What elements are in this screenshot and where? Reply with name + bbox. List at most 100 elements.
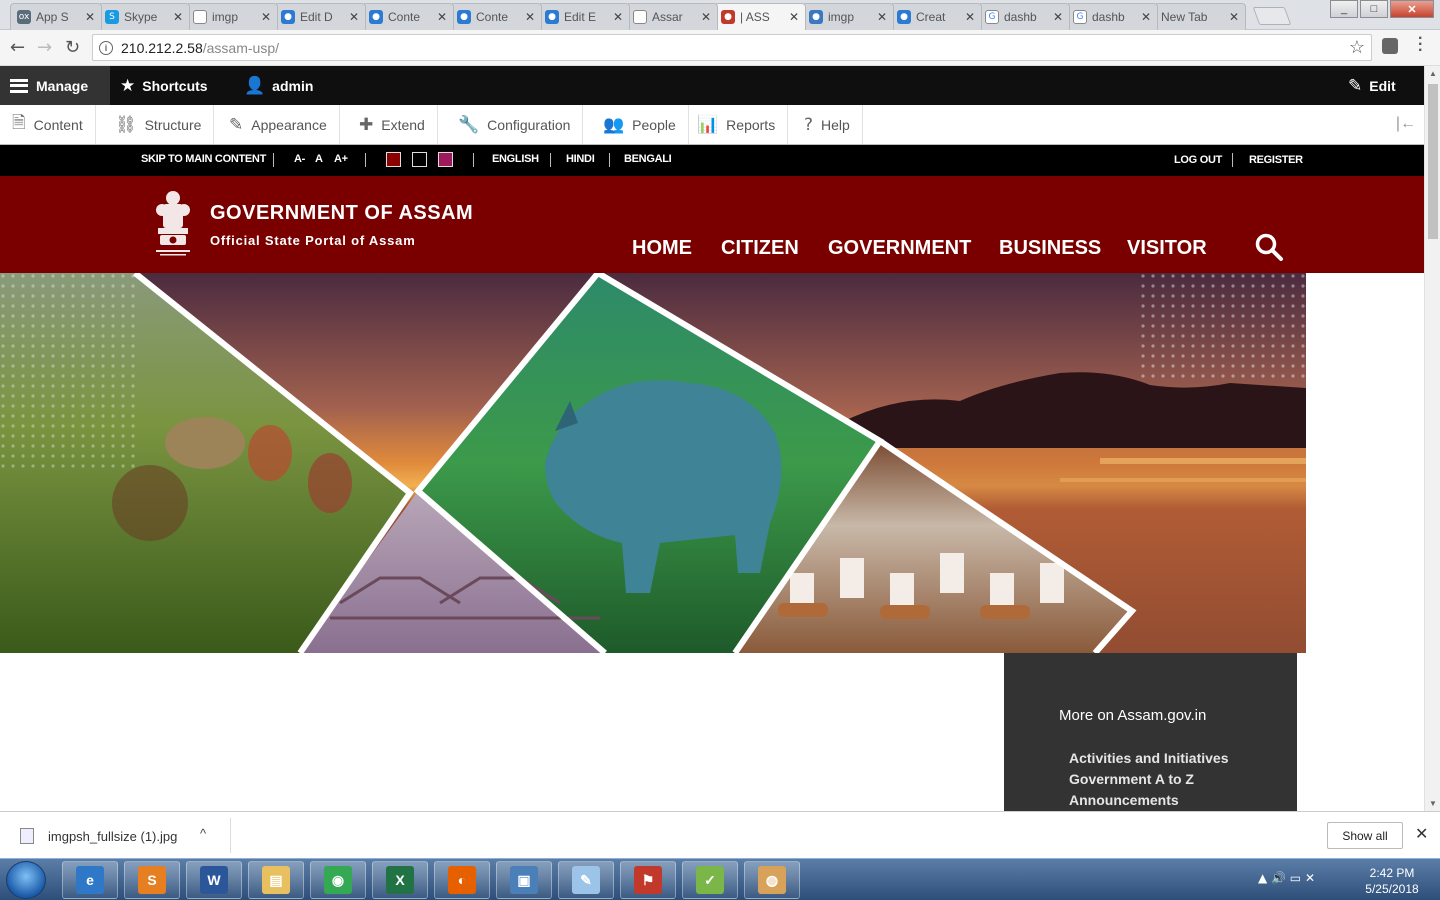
font-increase-button[interactable]: A+ [334, 153, 348, 165]
tray-item-structure[interactable]: ⛓ Structure [103, 105, 215, 144]
tab-title: Conte [388, 10, 421, 24]
browser-tab[interactable]: S Skype ✕ [98, 3, 190, 30]
taskbar-app[interactable]: ◉ [310, 861, 366, 899]
forward-button[interactable]: → [37, 37, 52, 58]
state-emblem-icon[interactable] [150, 188, 196, 262]
lang-bengali-link[interactable]: BENGALI [624, 153, 672, 165]
tab-close-icon[interactable]: ✕ [173, 10, 183, 24]
theme-swatch-red[interactable] [386, 152, 401, 167]
link-announcements[interactable]: Announcements [1069, 792, 1179, 808]
browser-tab[interactable]: New Tab ✕ [1154, 3, 1246, 30]
system-clock[interactable]: 2:42 PM 5/25/2018 [1352, 865, 1432, 897]
tab-close-icon[interactable]: ✕ [85, 10, 95, 24]
download-item[interactable]: imgpsh_fullsize (1).jpg [20, 828, 177, 844]
maximize-button[interactable]: □ [1360, 0, 1388, 18]
browser-tab[interactable]: Gdashb ✕ [1066, 3, 1158, 30]
nav-business[interactable]: BUSINESS [999, 237, 1101, 260]
show-all-button[interactable]: Show all [1327, 822, 1403, 849]
collapse-tray-icon[interactable]: |← [1396, 115, 1416, 133]
extension-icon[interactable] [1382, 38, 1398, 54]
theme-swatch-black[interactable] [412, 152, 427, 167]
nav-visitor[interactable]: VISITOR [1127, 237, 1207, 260]
search-icon[interactable] [1254, 232, 1284, 262]
browser-tab[interactable]: ● | ASS ✕ [714, 3, 806, 30]
lang-hindi-link[interactable]: HINDI [566, 153, 595, 165]
browser-tab[interactable]: Assar ✕ [626, 3, 718, 30]
lang-english-link[interactable]: ENGLISH [492, 153, 539, 165]
manage-button[interactable]: Manage [0, 66, 110, 105]
taskbar-app[interactable]: ▣ [496, 861, 552, 899]
new-tab-button[interactable] [1252, 7, 1292, 25]
close-shelf-icon[interactable]: ✕ [1415, 824, 1428, 844]
tab-close-icon[interactable]: ✕ [613, 10, 623, 24]
reload-button[interactable]: ↻ [65, 37, 80, 58]
page-scrollbar[interactable]: ▲ ▼ [1424, 66, 1440, 811]
bookmark-star-icon[interactable]: ☆ [1349, 37, 1365, 58]
window-close-button[interactable]: ✕ [1390, 0, 1434, 18]
edit-button[interactable]: ✎ Edit [1338, 66, 1406, 105]
download-options-icon[interactable]: ^ [200, 826, 206, 841]
browser-menu-icon[interactable]: · · · [1418, 31, 1423, 59]
browser-tab[interactable]: ● Edit E ✕ [538, 3, 630, 30]
browser-tab[interactable]: imgp ✕ [186, 3, 278, 30]
tab-close-icon[interactable]: ✕ [1141, 10, 1151, 24]
tray-item-appearance[interactable]: ✎ Appearance [217, 105, 340, 144]
tab-close-icon[interactable]: ✕ [1229, 10, 1239, 24]
link-government-a-z[interactable]: Government A to Z [1069, 771, 1194, 787]
browser-tab[interactable]: Gdashb ✕ [978, 3, 1070, 30]
tray-item-content[interactable]: 🗎 Content [0, 105, 96, 144]
taskbar-app[interactable]: X [372, 861, 428, 899]
logout-link[interactable]: LOG OUT [1174, 154, 1222, 166]
back-button[interactable]: ← [10, 37, 25, 58]
nav-citizen[interactable]: CITIZEN [721, 237, 799, 260]
nav-home[interactable]: HOME [632, 237, 692, 260]
tab-close-icon[interactable]: ✕ [1053, 10, 1063, 24]
system-tray[interactable]: ▲ 🔊 ▭ ✕ [1258, 871, 1315, 885]
tray-item-reports[interactable]: 📊 Reports [685, 105, 789, 144]
browser-tab[interactable]: ● Creat ✕ [890, 3, 982, 30]
browser-tab[interactable]: ● imgp ✕ [802, 3, 894, 30]
tab-close-icon[interactable]: ✕ [701, 10, 711, 24]
tray-item-extend[interactable]: ✚ Extend [347, 105, 438, 144]
tray-item-configuration[interactable]: 🔧 Configuration [446, 105, 584, 144]
nav-government[interactable]: GOVERNMENT [828, 237, 971, 260]
browser-tab[interactable]: ● Conte ✕ [362, 3, 454, 30]
browser-tab[interactable]: ● Conte ✕ [450, 3, 542, 30]
user-menu-button[interactable]: 👤 admin [234, 66, 323, 105]
taskbar-app[interactable]: S [124, 861, 180, 899]
scroll-down-icon[interactable]: ▼ [1429, 799, 1437, 808]
browser-tab[interactable]: ● Edit D ✕ [274, 3, 366, 30]
address-bar[interactable]: i 210.212.2.58 /assam-usp/ ☆ [92, 34, 1372, 61]
tab-close-icon[interactable]: ✕ [877, 10, 887, 24]
font-decrease-button[interactable]: A- [294, 153, 305, 165]
tab-close-icon[interactable]: ✕ [261, 10, 271, 24]
taskbar-app[interactable]: ◍ [744, 861, 800, 899]
taskbar-app[interactable]: e [62, 861, 118, 899]
theme-swatch-magenta[interactable] [438, 152, 453, 167]
tab-close-icon[interactable]: ✕ [789, 10, 799, 24]
taskbar-app[interactable]: ▤ [248, 861, 304, 899]
link-activities[interactable]: Activities and Initiatives [1069, 750, 1229, 766]
taskbar-app[interactable]: ✓ [682, 861, 738, 899]
tab-close-icon[interactable]: ✕ [437, 10, 447, 24]
scroll-up-icon[interactable]: ▲ [1429, 69, 1437, 78]
browser-tab[interactable]: ox App S ✕ [10, 3, 102, 30]
font-normal-button[interactable]: A [315, 153, 323, 165]
skip-to-main-link[interactable]: SKIP TO MAIN CONTENT [141, 153, 266, 165]
shortcuts-button[interactable]: ★ Shortcuts [110, 66, 218, 105]
taskbar-app[interactable]: ⚑ [620, 861, 676, 899]
minimize-button[interactable]: _ [1330, 0, 1358, 18]
tray-item-people[interactable]: 👥 People [591, 105, 689, 144]
taskbar-app[interactable]: W [186, 861, 242, 899]
site-title[interactable]: GOVERNMENT OF ASSAM [210, 202, 473, 225]
tray-item-help[interactable]: ? Help [792, 105, 863, 144]
tab-close-icon[interactable]: ✕ [525, 10, 535, 24]
scroll-thumb[interactable] [1428, 84, 1438, 239]
tab-close-icon[interactable]: ✕ [965, 10, 975, 24]
taskbar-app[interactable]: ✎ [558, 861, 614, 899]
start-button[interactable] [6, 861, 46, 899]
taskbar-app[interactable]: ◐ [434, 861, 490, 899]
tab-close-icon[interactable]: ✕ [349, 10, 359, 24]
register-link[interactable]: REGISTER [1249, 154, 1303, 166]
info-icon[interactable]: i [99, 40, 113, 55]
